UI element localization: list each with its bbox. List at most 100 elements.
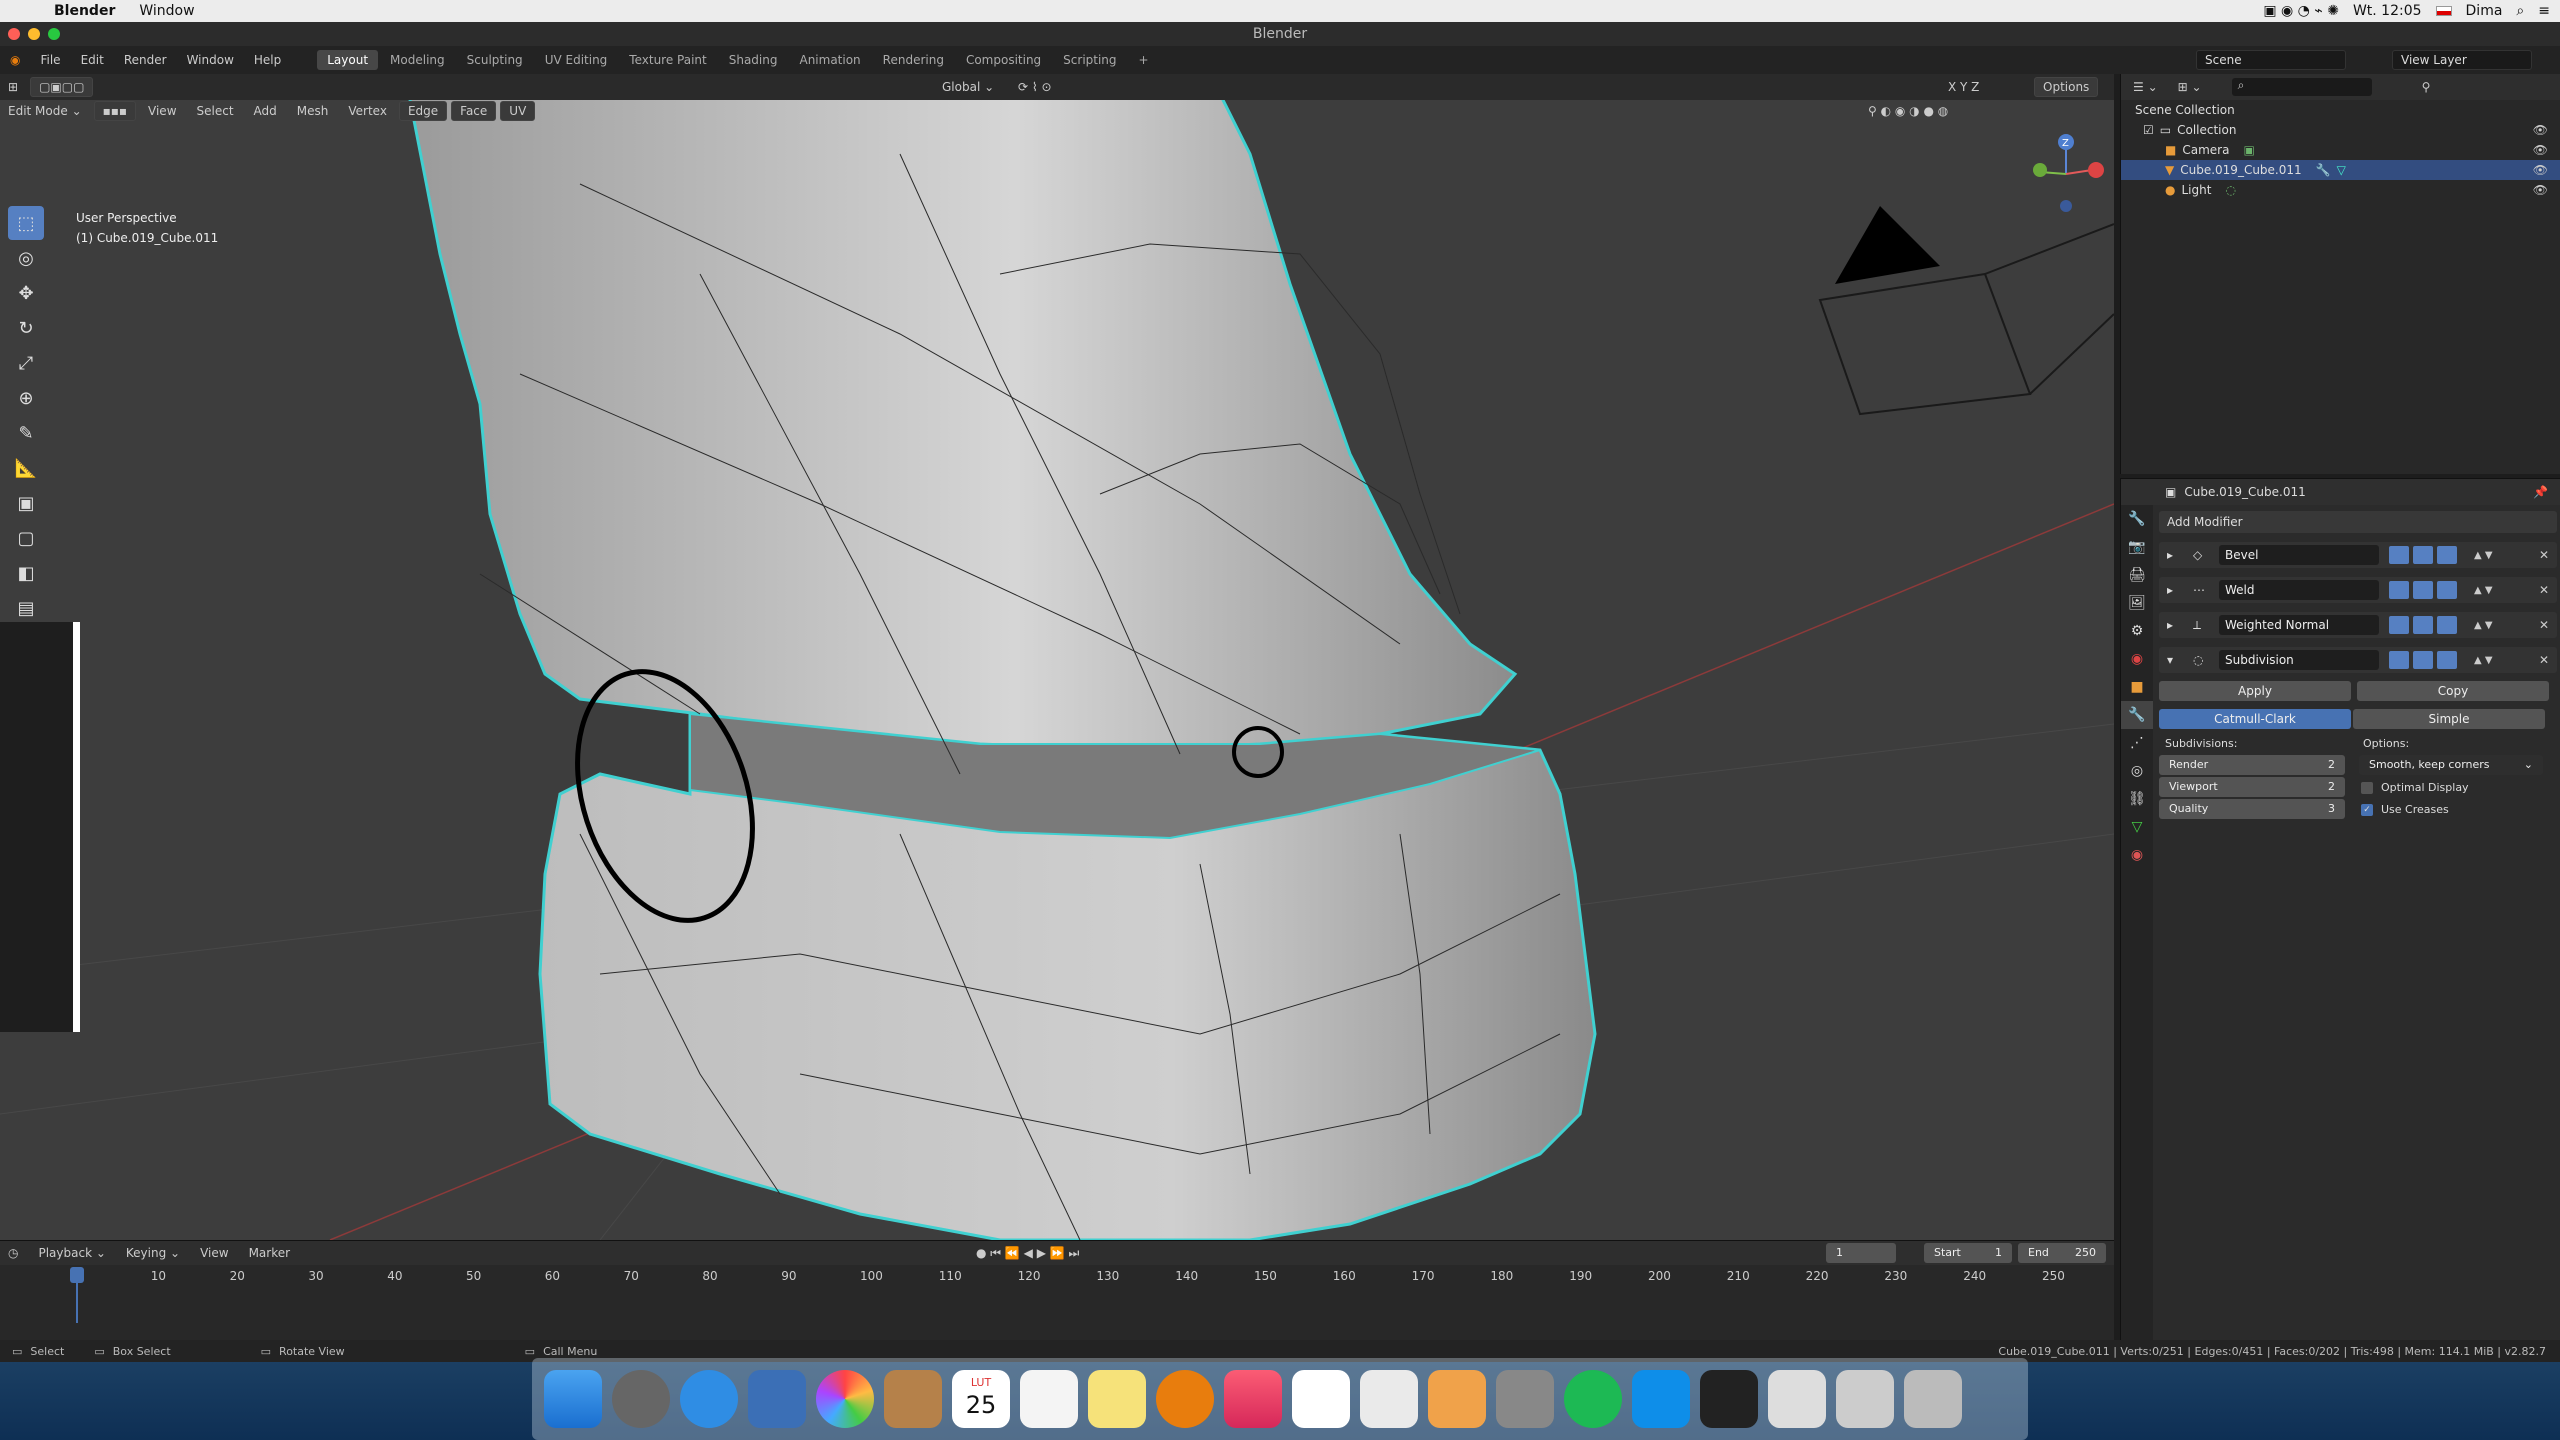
outliner-item-camera[interactable]: ■ Camera ▣ 👁: [2121, 140, 2560, 160]
filter-icon[interactable]: ⚲: [2422, 80, 2431, 94]
copy-button[interactable]: Copy: [2357, 681, 2549, 701]
menu-select[interactable]: Select: [189, 102, 242, 120]
scale-tool-icon[interactable]: ⤢: [8, 346, 44, 380]
search-icon[interactable]: ⌕: [2516, 3, 2524, 19]
pin-icon[interactable]: 📌: [2533, 485, 2548, 499]
axis-lock-xyz[interactable]: X Y Z: [1940, 78, 1987, 96]
outliner-editor-icon[interactable]: ☰ ⌄: [2133, 80, 2158, 94]
modifier-weld[interactable]: ▸ ⋯ Weld ▲ ▼ ✕: [2159, 577, 2557, 603]
tab-texture-paint[interactable]: Texture Paint: [619, 50, 716, 70]
selection-mode-buttons[interactable]: ▢▣▢▢: [30, 77, 94, 97]
render-tab-icon[interactable]: 📷: [2121, 533, 2153, 561]
simple-toggle[interactable]: Simple: [2353, 709, 2545, 729]
move-arrows[interactable]: ▲ ▼: [2474, 620, 2493, 631]
tab-animation[interactable]: Animation: [789, 50, 870, 70]
view-layer-tab-icon[interactable]: 🖼: [2121, 589, 2153, 617]
modifier-name-field[interactable]: Subdivision: [2219, 650, 2379, 670]
pages-icon[interactable]: [1428, 1370, 1486, 1428]
blender-logo-icon[interactable]: ◉: [0, 53, 30, 67]
tab-rendering[interactable]: Rendering: [873, 50, 954, 70]
tab-scripting[interactable]: Scripting: [1053, 50, 1126, 70]
scene-selector[interactable]: Scene: [2196, 50, 2346, 70]
flag-icon[interactable]: [2435, 6, 2452, 16]
use-creases-checkbox[interactable]: ✓: [2361, 803, 2373, 816]
playback-controls[interactable]: ● ⏮ ⏪ ◀ ▶ ⏩ ⏭: [976, 1246, 1079, 1261]
use-creases-row[interactable]: ✓ Use Creases: [2361, 803, 2449, 816]
modifier-tab-icon[interactable]: 🔧: [2121, 701, 2153, 729]
tab-layout[interactable]: Layout: [317, 50, 379, 70]
visibility-eye-icon[interactable]: 👁: [2533, 163, 2548, 177]
outliner-item-cube[interactable]: ▼ Cube.019_Cube.011 🔧 ▽ 👁: [2121, 160, 2560, 180]
move-arrows[interactable]: ▲ ▼: [2474, 585, 2493, 596]
menu-view[interactable]: View: [140, 102, 184, 120]
collection-checkbox[interactable]: ☑: [2143, 123, 2154, 137]
object-tab-icon[interactable]: ■: [2121, 673, 2153, 701]
spotify-icon[interactable]: [1564, 1370, 1622, 1428]
visibility-eye-icon[interactable]: 👁: [2533, 123, 2548, 137]
output-tab-icon[interactable]: 🖨: [2121, 561, 2153, 589]
transform-orientation[interactable]: Global ⌄: [934, 78, 1002, 96]
modifier-icon[interactable]: 🔧: [2316, 163, 2331, 177]
trash-icon[interactable]: [1904, 1370, 1962, 1428]
gizmo-y[interactable]: [2033, 163, 2047, 177]
bevel-tool-icon[interactable]: ◧: [8, 556, 44, 590]
collapse-icon[interactable]: ▾: [2167, 653, 2173, 667]
menu-mesh[interactable]: Mesh: [289, 102, 337, 120]
modifier-bevel[interactable]: ▸ ◇ Bevel ▲ ▼ ✕: [2159, 542, 2557, 568]
gizmo-x[interactable]: [2088, 162, 2104, 178]
add-modifier-button[interactable]: Add Modifier: [2159, 511, 2557, 533]
remove-modifier-icon[interactable]: ✕: [2539, 618, 2549, 632]
outliner-item-light[interactable]: ● Light ◌ 👁: [2121, 180, 2560, 200]
inset-tool-icon[interactable]: ▢: [8, 521, 44, 555]
music-icon[interactable]: [1224, 1370, 1282, 1428]
modifier-visibility-buttons[interactable]: [2389, 616, 2457, 634]
modifier-subdivision[interactable]: ▾ ◌ Subdivision ▲ ▼ ✕: [2159, 647, 2557, 673]
modifier-name-field[interactable]: Weld: [2219, 580, 2379, 600]
contacts-icon[interactable]: [884, 1370, 942, 1428]
marker-menu[interactable]: Marker: [241, 1244, 298, 1262]
tab-uv-editing[interactable]: UV Editing: [535, 50, 618, 70]
modifier-weighted-normal[interactable]: ▸ ⟂ Weighted Normal ▲ ▼ ✕: [2159, 612, 2557, 638]
overlay-shading-icons[interactable]: ⚲ ◐ ◉ ◑ ● ◍: [1860, 102, 1956, 120]
camera-object[interactable]: [1818, 206, 2114, 416]
current-frame-field[interactable]: 1: [1826, 1243, 1896, 1263]
select-tool-icon[interactable]: ⬚: [8, 206, 44, 240]
maximize-window-button[interactable]: [48, 28, 60, 40]
menu-edge[interactable]: Edge: [398, 101, 448, 121]
viewport-levels-field[interactable]: Viewport 2: [2159, 777, 2345, 797]
minimize-window-button[interactable]: [28, 28, 40, 40]
uv-smooth-dropdown[interactable]: Smooth, keep corners ⌄: [2359, 755, 2543, 775]
editor-type-icon[interactable]: ⊞: [0, 78, 26, 96]
render-levels-field[interactable]: Render 2: [2159, 755, 2345, 775]
tab-shading[interactable]: Shading: [719, 50, 788, 70]
menu-list-icon[interactable]: ≡: [2538, 3, 2550, 19]
loopcut-tool-icon[interactable]: ▤: [8, 591, 44, 625]
catmull-clark-toggle[interactable]: Catmull-Clark: [2159, 709, 2351, 729]
start-frame-field[interactable]: Start 1: [1924, 1243, 2012, 1263]
blender-dock-icon[interactable]: [1156, 1370, 1214, 1428]
mesh-data-icon[interactable]: ▽: [2337, 163, 2346, 177]
viewport-canvas[interactable]: Z: [0, 74, 2114, 1240]
pivot-snapping-icons[interactable]: ⟳ ⌇ ⊙: [1010, 78, 1060, 96]
photos-icon[interactable]: [816, 1370, 874, 1428]
menu-window[interactable]: Window: [177, 53, 244, 67]
transform-tool-icon[interactable]: ⊕: [8, 381, 44, 415]
modifier-name-field[interactable]: Weighted Normal: [2219, 615, 2379, 635]
slack-icon[interactable]: [1292, 1370, 1350, 1428]
mesh-upper-part[interactable]: [403, 74, 1518, 756]
remove-modifier-icon[interactable]: ✕: [2539, 548, 2549, 562]
quality-field[interactable]: Quality 3: [2159, 799, 2345, 819]
tab-modeling[interactable]: Modeling: [380, 50, 455, 70]
menu-uv[interactable]: UV: [500, 101, 536, 121]
playhead[interactable]: [70, 1267, 84, 1283]
finder-icon[interactable]: [544, 1370, 602, 1428]
particles-tab-icon[interactable]: ⋰: [2121, 729, 2153, 757]
view-layer-selector[interactable]: View Layer: [2392, 50, 2532, 70]
light-data-icon[interactable]: ◌: [2225, 183, 2235, 197]
window-menu[interactable]: Window: [139, 3, 194, 19]
options-button[interactable]: Options: [2034, 77, 2099, 97]
playback-menu[interactable]: Playback ⌄: [30, 1244, 113, 1262]
timeline-editor-icon[interactable]: ◷: [0, 1244, 26, 1262]
teamviewer-icon[interactable]: [1632, 1370, 1690, 1428]
menu-render[interactable]: Render: [114, 53, 177, 67]
